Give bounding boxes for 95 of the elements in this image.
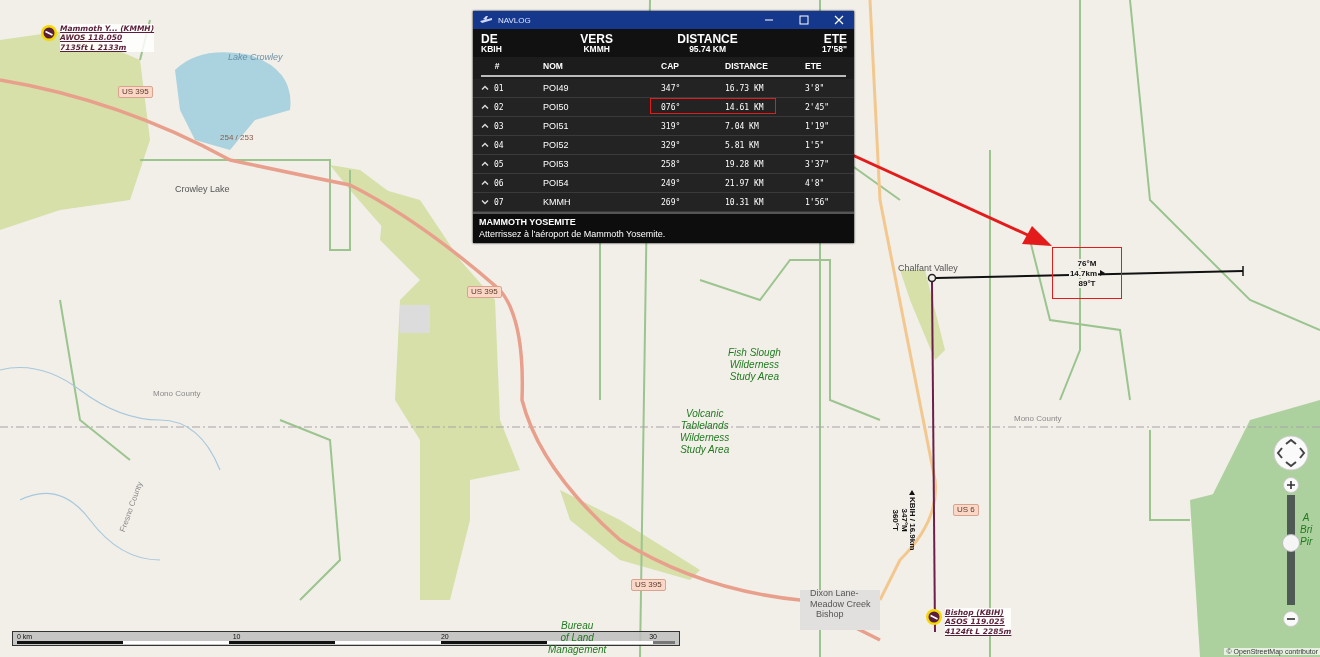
- table-cell: 07: [494, 197, 504, 207]
- area-label: Bureau of Land Management: [548, 620, 607, 656]
- area-label: Volcanic Tablelands Wilderness Study Area: [680, 408, 730, 456]
- airport-icon[interactable]: [925, 608, 943, 626]
- table-row[interactable]: 07 KMMH 269° 10.31 KM 1'56": [473, 193, 854, 212]
- table-cell-text: 1'56": [805, 197, 831, 207]
- column-header: NOM: [543, 61, 564, 71]
- table-cell-text: POI49: [543, 83, 570, 93]
- table-cell-text: 10.31 KM: [725, 197, 765, 207]
- chevron-down-icon[interactable]: [481, 199, 489, 205]
- leg-route: KBIH / 16.9km: [908, 497, 916, 551]
- table-cell-text: 1'19": [805, 121, 831, 131]
- waypoint-icon[interactable]: [927, 273, 937, 283]
- summary-value: KBIH: [481, 45, 503, 54]
- waypoint-title: MAMMOTH YOSEMITE: [479, 217, 577, 227]
- table-cell-text: 258°: [661, 159, 682, 169]
- table-row[interactable]: 06 POI54 249° 21.97 KM 4'8": [473, 174, 854, 193]
- county-label: Mono County: [153, 389, 201, 399]
- leg-heading: 89°T: [1077, 278, 1097, 288]
- plus-icon: [1286, 480, 1296, 490]
- table-cell-text: 21.97 KM: [725, 178, 765, 188]
- county-label: Mono County: [1014, 414, 1062, 424]
- road-shield: US 6: [953, 504, 979, 516]
- table-cell: 04: [494, 140, 504, 150]
- summary-label: DE: [481, 33, 499, 45]
- summary-label: DISTANCE: [677, 33, 738, 45]
- table-cell-text: 19.28 KM: [725, 159, 765, 169]
- chevron-up-icon[interactable]: [481, 180, 489, 186]
- table-cell: 02: [494, 102, 504, 112]
- table-cell: 01: [494, 83, 504, 93]
- table-cell-text: 1'5": [805, 140, 826, 150]
- road-shield: US 395: [631, 579, 666, 591]
- leg-heading: 76°M: [1076, 258, 1098, 268]
- road-shield: US 395: [118, 86, 153, 98]
- column-header: #: [493, 61, 501, 71]
- column-header: ETE: [805, 61, 823, 71]
- chevron-up-icon[interactable]: [481, 85, 489, 91]
- chevron-up-icon[interactable]: [481, 104, 489, 110]
- table-cell: 06: [494, 178, 504, 188]
- table-row[interactable]: 02 POI50 076° 14.61 KM 2'45": [473, 98, 854, 117]
- table-cell-text: 14.61 KM: [725, 102, 765, 112]
- table-cell-text: POI54: [543, 178, 570, 188]
- table-cell-text: POI51: [543, 121, 570, 131]
- airport-icon[interactable]: [40, 24, 58, 42]
- table-row[interactable]: 01 POI49 347° 16.73 KM 3'8": [473, 79, 854, 98]
- column-header: CAP: [661, 61, 680, 71]
- table-cell-text: KMMH: [543, 197, 572, 207]
- table-cell-text: 5.81 KM: [725, 140, 760, 150]
- column-header: DISTANCE: [725, 61, 769, 71]
- place-label: Bishop: [816, 609, 844, 620]
- waypoint-description: Atterrissez à l'aéroport de Mammoth Yosemite.: [479, 229, 667, 239]
- table-cell-text: 347°: [661, 83, 682, 93]
- maximize-icon: [799, 15, 809, 25]
- leg-heading: 360°T: [890, 509, 900, 531]
- table-cell-text: 3'8": [805, 83, 826, 93]
- table-cell-text: POI52: [543, 140, 570, 150]
- table-cell: 03: [494, 121, 504, 131]
- table-cell-text: 269°: [661, 197, 682, 207]
- summary-value: 17'58": [822, 45, 847, 54]
- table-cell-text: 3'37": [805, 159, 831, 169]
- summary-label: ETE: [823, 33, 847, 45]
- close-icon: [834, 15, 844, 25]
- table-cell-text: 076°: [661, 102, 682, 112]
- leg-route: 14.7km: [1068, 268, 1099, 278]
- table-row[interactable]: 04 POI52 329° 5.81 KM 1'5": [473, 136, 854, 155]
- summary-label: VERS: [580, 33, 614, 45]
- table-cell-text: POI53: [543, 159, 570, 169]
- table-cell-text: 329°: [661, 140, 682, 150]
- leg-heading: 347°M: [899, 508, 908, 532]
- table-cell-text: 16.73 KM: [725, 83, 765, 93]
- area-label: A Bri Pir: [1300, 512, 1313, 548]
- chevron-up-icon[interactable]: [481, 142, 489, 148]
- place-label: Chalfant Valley: [898, 263, 958, 274]
- table-cell-text: 2'45": [805, 102, 831, 112]
- table-cell-text: 319°: [661, 121, 682, 131]
- table-cell-text: 4'8": [805, 178, 826, 188]
- airplane-icon: [479, 15, 493, 25]
- table-cell-text: 249°: [661, 178, 682, 188]
- table-cell-text: 7.04 KM: [725, 121, 760, 131]
- place-label: Dixon Lane- Meadow Creek: [810, 588, 871, 610]
- window-title: NAVLOG: [498, 15, 531, 25]
- pan-control[interactable]: [1273, 435, 1309, 471]
- table-cell-text: POI50: [543, 102, 570, 112]
- area-label: Fish Slough Wilderness Study Area: [728, 347, 781, 383]
- table-row[interactable]: 03 POI51 319° 7.04 KM 1'19": [473, 117, 854, 136]
- exit-label: 254 / 253: [220, 133, 254, 143]
- table-cell: 05: [494, 159, 504, 169]
- triangle-icon: [908, 490, 915, 495]
- table-row[interactable]: 05 POI53 258° 19.28 KM 3'37": [473, 155, 854, 174]
- chevron-up-icon[interactable]: [481, 161, 489, 167]
- summary-value: 95.74 KM: [689, 45, 726, 54]
- summary-value: KMMH: [583, 45, 610, 54]
- road-shield: US 395: [467, 286, 502, 298]
- chevron-up-icon[interactable]: [481, 123, 489, 129]
- place-label: Crowley Lake: [175, 184, 230, 195]
